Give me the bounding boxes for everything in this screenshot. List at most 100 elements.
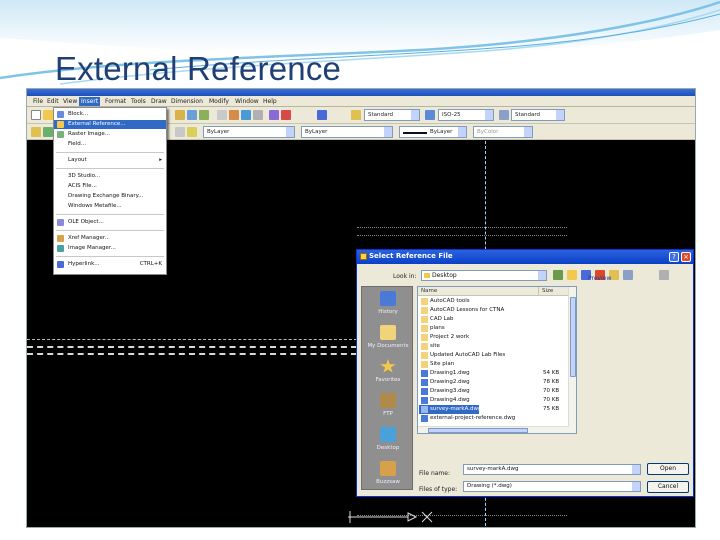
up-folder-icon[interactable] xyxy=(567,270,577,280)
folder-icon xyxy=(421,325,428,332)
properties-icon[interactable] xyxy=(217,110,227,120)
place-favorites[interactable]: Favorites xyxy=(362,355,414,389)
place-ftp[interactable]: FTP xyxy=(362,389,414,423)
text-style-select[interactable]: Standard xyxy=(364,109,420,121)
buzzsaw-icon xyxy=(380,461,396,476)
insert-menu-item-ole-object[interactable]: OLE Object... xyxy=(54,218,166,227)
dialog-help-button[interactable]: ? xyxy=(669,252,679,262)
menu-insert[interactable]: Insert xyxy=(79,97,101,106)
file-row[interactable]: CAD Lab xyxy=(419,315,559,324)
file-row[interactable]: site xyxy=(419,342,559,351)
dim-style-select[interactable]: ISO-25 xyxy=(438,109,494,121)
menu-draw[interactable]: Draw xyxy=(149,97,169,106)
file-row[interactable]: Updated AutoCAD Lab Files xyxy=(419,351,559,360)
cancel-button[interactable]: Cancel xyxy=(647,481,689,493)
views-icon[interactable] xyxy=(623,270,633,280)
file-row[interactable]: AutoCAD Lessons for CTNA xyxy=(419,306,559,315)
insert-menu-item-xref-manager[interactable]: Xref Manager... xyxy=(54,234,166,243)
dialog-close-button[interactable]: × xyxy=(681,252,691,262)
xref-manager-icon xyxy=(57,235,64,242)
new-icon[interactable] xyxy=(31,110,41,120)
open-icon[interactable] xyxy=(43,110,53,120)
insert-menu-item-acis-file[interactable]: ACIS File... xyxy=(54,182,166,191)
file-row[interactable]: Project 2 work xyxy=(419,333,559,342)
file-row[interactable]: Drawing4.dwg 70 KB xyxy=(419,396,559,405)
file-list-vertical-scrollbar[interactable] xyxy=(568,287,576,433)
cad-titlebar xyxy=(27,89,695,96)
file-row[interactable]: Drawing2.dwg 78 KB xyxy=(419,378,559,387)
lineweight-swatch xyxy=(403,132,427,134)
slide: External Reference File Edit View Insert… xyxy=(0,0,720,540)
file-list-horizontal-scrollbar[interactable] xyxy=(418,426,569,433)
insert-menu-item-block[interactable]: Block... xyxy=(54,110,166,119)
cad-menubar: File Edit View Insert Format Tools Draw … xyxy=(27,96,695,107)
markup-icon[interactable] xyxy=(269,110,279,120)
menu-format[interactable]: Format xyxy=(103,97,128,106)
insert-menu-item-hyperlink[interactable]: Hyperlink... CTRL+K xyxy=(54,260,166,269)
insert-menu-item-raster-image[interactable]: Raster Image... xyxy=(54,130,166,139)
menu-help[interactable]: Help xyxy=(261,97,279,106)
zoom-window-icon[interactable] xyxy=(199,110,209,120)
design-center-icon[interactable] xyxy=(229,110,239,120)
file-row[interactable]: AutoCAD tools xyxy=(419,297,559,306)
insert-menu-item-windows-metafile[interactable]: Windows Metafile... xyxy=(54,202,166,211)
preview-label: Preview xyxy=(588,275,612,282)
menu-window[interactable]: Window xyxy=(233,97,261,106)
layer-state-icon[interactable] xyxy=(43,127,53,137)
sheet-set-icon[interactable] xyxy=(253,110,263,120)
file-row[interactable]: Drawing1.dwg 54 KB xyxy=(419,369,559,378)
menu-dimension[interactable]: Dimension xyxy=(169,97,205,106)
tools-icon[interactable] xyxy=(659,270,669,280)
file-row[interactable]: external-project-reference.dwg xyxy=(419,414,559,423)
insert-menu-item-drawing-exchange-binary[interactable]: Drawing Exchange Binary... xyxy=(54,192,166,201)
make-current-icon[interactable] xyxy=(175,127,185,137)
dwg-file-icon xyxy=(421,379,428,386)
linetype-select[interactable]: ByLayer xyxy=(301,126,393,138)
insert-menu-item-3d-studio[interactable]: 3D Studio... xyxy=(54,172,166,181)
file-row-selected[interactable]: survey-markA.dwg xyxy=(419,405,481,414)
file-name-field[interactable]: survey-markA.dwg xyxy=(463,464,641,475)
column-header-name[interactable]: Name xyxy=(418,287,539,296)
menu-modify[interactable]: Modify xyxy=(207,97,231,106)
history-icon xyxy=(380,291,396,306)
place-desktop[interactable]: Desktop xyxy=(362,423,414,457)
menu-file[interactable]: File xyxy=(31,97,45,106)
insert-menu: Block... External Reference... Raster Im… xyxy=(53,107,167,275)
plotstyle-select[interactable]: ByColor xyxy=(473,126,533,138)
table-style-select[interactable]: Standard xyxy=(511,109,565,121)
place-my-documents[interactable]: My Documents xyxy=(362,321,414,355)
place-buzzsaw[interactable]: Buzzsaw xyxy=(362,457,414,491)
look-in-select[interactable]: Desktop xyxy=(421,270,547,281)
column-header-size[interactable]: Size xyxy=(539,287,569,296)
file-row[interactable]: plans xyxy=(419,324,559,333)
insert-menu-item-image-manager[interactable]: Image Manager... xyxy=(54,244,166,253)
zoom-icon[interactable] xyxy=(187,110,197,120)
insert-menu-item-external-reference[interactable]: External Reference... xyxy=(54,120,166,129)
back-icon[interactable] xyxy=(553,270,563,280)
menu-edit[interactable]: Edit xyxy=(45,97,61,106)
menu-tools[interactable]: Tools xyxy=(129,97,148,106)
layer-manager-icon[interactable] xyxy=(31,127,41,137)
insert-menu-item-layout[interactable]: Layout ▸ xyxy=(54,156,166,165)
file-row[interactable]: Site plan xyxy=(419,360,559,369)
file-row[interactable]: Drawing3.dwg 70 KB xyxy=(419,387,559,396)
open-button[interactable]: Open xyxy=(647,463,689,475)
folder-icon xyxy=(421,307,428,314)
quickcalc-icon[interactable] xyxy=(281,110,291,120)
layer-previous-icon[interactable] xyxy=(187,127,197,137)
file-type-select[interactable]: Drawing (*.dwg) xyxy=(463,481,641,492)
help-icon[interactable] xyxy=(317,110,327,120)
pan-icon[interactable] xyxy=(175,110,185,120)
menu-view[interactable]: View xyxy=(61,97,79,106)
my-documents-icon xyxy=(380,325,396,340)
insert-menu-item-field[interactable]: Field... xyxy=(54,140,166,149)
scroll-thumb[interactable] xyxy=(428,428,528,433)
color-select[interactable]: ByLayer xyxy=(203,126,295,138)
image-icon xyxy=(57,131,64,138)
tool-palettes-icon[interactable] xyxy=(241,110,251,120)
folder-icon xyxy=(421,316,428,323)
place-history[interactable]: History xyxy=(362,287,414,321)
scroll-thumb[interactable] xyxy=(570,297,576,377)
slide-title: External Reference xyxy=(55,50,342,87)
file-list: Name Size AutoCAD tools AutoCAD Lessons … xyxy=(417,286,577,434)
